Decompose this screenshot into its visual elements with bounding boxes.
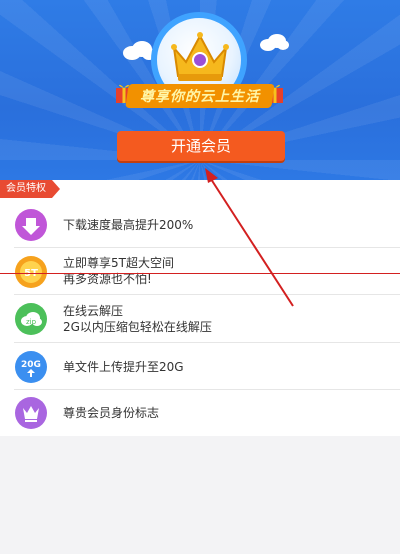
annotation-arrow-icon	[205, 168, 294, 307]
